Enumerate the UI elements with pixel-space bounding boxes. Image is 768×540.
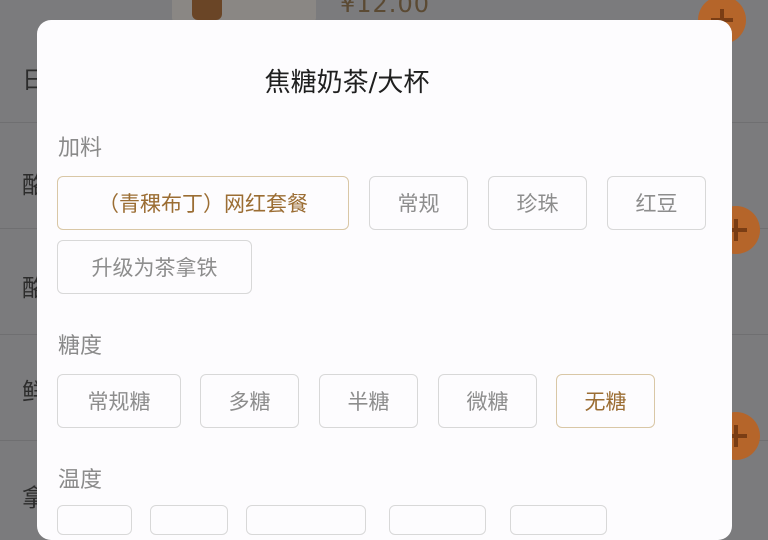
option-topping-regular[interactable]: 常规 [369, 176, 468, 230]
option-sugar-light[interactable]: 微糖 [438, 374, 537, 428]
option-sugar-half[interactable]: 半糖 [319, 374, 418, 428]
option-sugar-none[interactable]: 无糖 [556, 374, 655, 428]
section-label-toppings: 加料 [58, 136, 103, 161]
option-sugar-regular[interactable]: 常规糖 [57, 374, 181, 428]
modal-title: 焦糖奶茶/大杯 [264, 68, 430, 98]
option-topping-pearls[interactable]: 珍珠 [488, 176, 587, 230]
option-topping-red-bean[interactable]: 红豆 [607, 176, 706, 230]
section-label-temperature: 温度 [58, 468, 103, 493]
option-sugar-more[interactable]: 多糖 [200, 374, 299, 428]
product-image [192, 0, 222, 20]
product-price: ¥12.00 [340, 0, 430, 18]
section-label-sweetness: 糖度 [58, 334, 103, 359]
option-upgrade-tea-latte[interactable]: 升级为茶拿铁 [57, 240, 252, 294]
option-topping-combo[interactable]: （青稞布丁）网红套餐 [57, 176, 349, 230]
